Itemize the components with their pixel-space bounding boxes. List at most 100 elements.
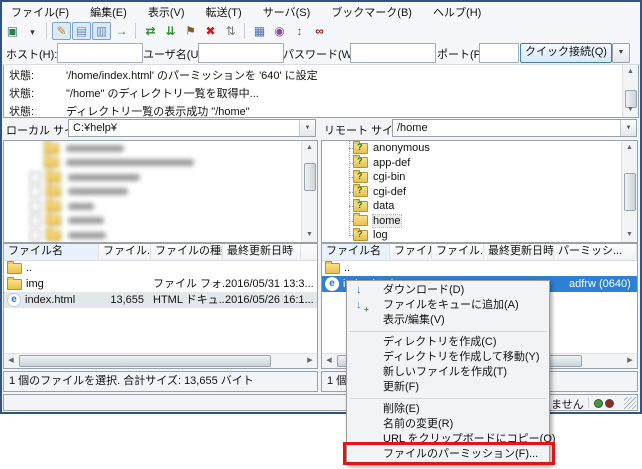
column-header-filename[interactable]: ファイル名 <box>4 244 99 259</box>
menu-file[interactable]: ファイル(F) <box>2 2 78 20</box>
scroll-down-icon[interactable]: ▼ <box>302 228 317 242</box>
remote-file-row[interactable]: .. <box>322 260 637 276</box>
remote-tree-toggle-icon[interactable] <box>92 22 111 40</box>
menu-help[interactable]: ヘルプ(H) <box>424 2 490 20</box>
sync-browse-icon[interactable] <box>290 22 309 40</box>
site-manager-icon[interactable] <box>3 22 22 40</box>
local-tree-scrollbar[interactable]: ▲ ▼ <box>301 141 317 242</box>
remote-tree-item[interactable]: cgi-bin <box>322 170 637 185</box>
disconnect-icon[interactable] <box>201 22 220 40</box>
remote-tree-item[interactable]: data <box>322 199 637 214</box>
local-tree-item-blurred[interactable] <box>4 214 317 229</box>
local-file-list[interactable]: ファイル名 ファイル... ファイルの種類 最終更新日時 .. img ファイル… <box>3 243 318 369</box>
log-toggle-icon[interactable] <box>52 22 71 40</box>
remote-tree-item[interactable]: app-def <box>322 156 637 171</box>
column-header-modified[interactable]: 最終更新日時 <box>484 244 554 259</box>
column-header-filetype[interactable]: ファイル... <box>432 244 484 259</box>
scrollbar-thumb[interactable] <box>624 173 636 211</box>
compare-icon[interactable] <box>270 22 289 40</box>
remote-tree-item[interactable]: anonymous <box>322 141 637 156</box>
context-menu: ダウンロード(D) ファイルをキューに追加(A) 表示/編集(V) ディレクトリ… <box>346 280 550 465</box>
menu-bookmarks[interactable]: ブックマーク(B) <box>322 2 421 20</box>
port-input[interactable] <box>479 43 519 63</box>
filter-icon[interactable] <box>250 22 269 40</box>
menu-transfer[interactable]: 転送(T) <box>197 2 251 20</box>
scrollbar-thumb[interactable] <box>304 163 316 191</box>
scroll-left-icon[interactable]: ◀ <box>322 354 336 367</box>
column-header-permissions[interactable]: パーミッシ... <box>554 244 637 259</box>
host-input[interactable] <box>57 43 143 63</box>
chevron-down-icon[interactable]: ▼ <box>620 120 636 136</box>
column-header-filesize[interactable]: ファイル... <box>390 244 432 259</box>
scroll-right-icon[interactable]: ▶ <box>623 354 637 367</box>
scroll-up-icon[interactable]: ▲ <box>623 65 638 79</box>
queue-toggle-icon[interactable] <box>112 22 131 40</box>
remote-tree-item[interactable]: log <box>322 228 637 243</box>
local-file-row[interactable]: img ファイル フォ... 2016/05/31 13:3... <box>4 276 317 292</box>
column-header-filename[interactable]: ファイル名 <box>322 244 390 259</box>
menu-item-add-to-queue[interactable]: ファイルをキューに追加(A) <box>347 298 549 313</box>
local-tree-pane[interactable]: ▲ ▼ <box>3 140 318 243</box>
site-manager-dropdown-icon[interactable] <box>23 22 42 40</box>
scroll-right-icon[interactable]: ▶ <box>303 354 317 367</box>
local-tree-item-blurred[interactable] <box>4 156 317 171</box>
menu-item-view-edit[interactable]: 表示/編集(V) <box>347 313 549 328</box>
scroll-left-icon[interactable]: ◀ <box>4 354 18 367</box>
scroll-up-icon[interactable]: ▲ <box>302 141 317 155</box>
status-bar-divider <box>588 397 589 408</box>
quickconnect-button[interactable]: クイック接続(Q) <box>520 43 612 63</box>
add-to-queue-icon <box>356 298 362 313</box>
file-name: index.html <box>25 292 75 308</box>
menu-item-create-directory[interactable]: ディレクトリを作成(C) <box>347 335 549 350</box>
local-tree-item-blurred[interactable] <box>4 141 317 156</box>
remote-site-combo[interactable]: /home ▼ <box>392 119 637 137</box>
username-input[interactable] <box>198 43 284 63</box>
local-tree-item-blurred[interactable] <box>4 170 317 185</box>
scrollbar-thumb[interactable] <box>19 355 271 367</box>
local-panel-status: 1 個のファイルを選択. 合計サイズ: 13,655 バイト <box>3 371 318 392</box>
remote-site-value: /home <box>397 122 428 134</box>
reconnect-icon[interactable] <box>221 22 240 40</box>
chevron-down-icon[interactable]: ▼ <box>299 120 315 136</box>
remote-tree-item-selected[interactable]: home <box>322 214 637 229</box>
column-header-filesize[interactable]: ファイル... <box>99 244 151 259</box>
find-icon[interactable] <box>310 22 329 40</box>
column-header-filetype[interactable]: ファイルの種類 <box>151 244 223 259</box>
quickconnect-dropdown-icon[interactable]: ▼ <box>612 43 630 63</box>
cancel-icon[interactable] <box>181 22 200 40</box>
menu-item-create-new-file[interactable]: 新しいファイルを作成(T) <box>347 365 549 380</box>
menu-item-download[interactable]: ダウンロード(D) <box>347 283 549 298</box>
log-scrollbar[interactable]: ▲ ▼ <box>622 65 638 117</box>
local-tree-toggle-icon[interactable] <box>72 22 91 40</box>
remote-tree-scrollbar[interactable]: ▲ ▼ <box>621 141 637 242</box>
scroll-down-icon[interactable]: ▼ <box>623 103 638 117</box>
menu-item-delete[interactable]: 削除(E) <box>347 402 549 417</box>
local-file-row-selected[interactable]: eindex.html 13,655 HTML ドキュ... 2016/05/2… <box>4 292 317 308</box>
local-site-combo[interactable]: C:¥help¥ ▼ <box>68 119 316 137</box>
folder-question-icon <box>353 172 368 183</box>
menu-item-rename[interactable]: 名前の変更(R) <box>347 417 549 432</box>
refresh-icon[interactable] <box>141 22 160 40</box>
folder-question-icon <box>353 186 368 197</box>
local-tree-item-blurred[interactable] <box>4 185 317 200</box>
menu-item-refresh[interactable]: 更新(F) <box>347 380 549 395</box>
local-tree-item-blurred[interactable] <box>4 228 317 243</box>
remote-tree-pane[interactable]: anonymous app-def cgi-bin cgi-def data h… <box>321 140 638 243</box>
scroll-down-icon[interactable]: ▼ <box>622 228 637 242</box>
column-header-modified[interactable]: 最終更新日時 <box>223 244 301 259</box>
local-file-row[interactable]: .. <box>4 260 317 276</box>
tree-item-label: log <box>373 229 388 241</box>
password-input[interactable] <box>350 43 436 63</box>
remote-tree-item[interactable]: cgi-def <box>322 185 637 200</box>
local-tree-item-blurred[interactable] <box>4 199 317 214</box>
scroll-up-icon[interactable]: ▲ <box>622 141 637 155</box>
menu-item-create-directory-enter[interactable]: ディレクトリを作成して移動(Y) <box>347 350 549 365</box>
local-list-hscrollbar[interactable]: ◀ ▶ <box>4 353 317 368</box>
file-date: 2016/05/31 13:3... <box>225 276 314 292</box>
menu-view[interactable]: 表示(V) <box>139 2 194 20</box>
menu-server[interactable]: サーバ(S) <box>254 2 320 20</box>
resize-grip[interactable] <box>624 397 636 409</box>
process-queue-icon[interactable] <box>161 22 180 40</box>
menu-edit[interactable]: 編集(E) <box>81 2 136 20</box>
menu-separator <box>349 398 547 399</box>
